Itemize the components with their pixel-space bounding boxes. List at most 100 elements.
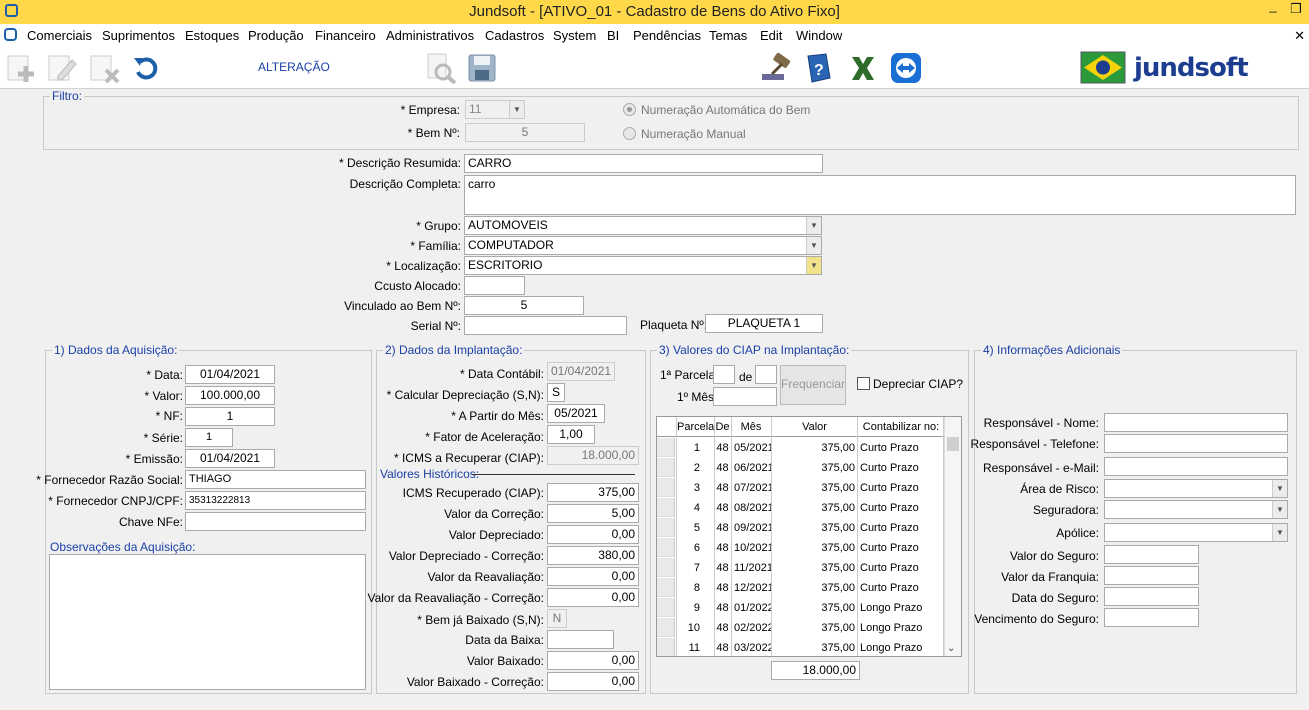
chevron-down-icon[interactable]: ▼ [509,101,524,118]
imp-valor-correcao-input[interactable]: 5,00 [547,504,639,523]
restore-icon[interactable]: ❐ [1285,1,1307,17]
cell-mes[interactable]: 07/2021 [731,482,771,494]
chevron-down-icon[interactable]: ▼ [806,217,821,234]
depreciar-ciap-checkbox[interactable] [857,377,870,390]
cell-de[interactable]: 48 [714,442,731,454]
aq-obs-textarea[interactable] [49,554,366,690]
cell-de[interactable]: 48 [714,462,731,474]
menu-edit[interactable]: Edit [760,28,782,43]
row-selector[interactable] [657,598,675,617]
judge-icon[interactable] [760,52,794,84]
menu-estoques[interactable]: Estoques [185,28,239,43]
cell-parcela[interactable]: 10 [677,622,714,634]
cell-valor[interactable]: 375,00 [772,522,857,534]
cell-mes[interactable]: 05/2021 [731,442,771,454]
aq-emissao-input[interactable]: 01/04/2021 [185,449,275,468]
row-selector[interactable] [657,618,675,637]
row-selector[interactable] [657,498,675,517]
imp-valor-depreciado-input[interactable]: 0,00 [547,525,639,544]
imp-data-baixa-input[interactable] [547,630,614,649]
cell-parcela[interactable]: 7 [677,562,714,574]
cell-valor[interactable]: 375,00 [772,542,857,554]
imp-data-contabil-input[interactable]: 01/04/2021 [547,362,615,381]
cell-parcela[interactable]: 3 [677,482,714,494]
familia-combo[interactable]: COMPUTADOR ▼ [464,236,822,255]
imp-valor-reav-corr-input[interactable]: 0,00 [547,588,639,607]
cell-parcela[interactable]: 4 [677,502,714,514]
row-selector[interactable] [657,638,675,656]
cell-mes[interactable]: 08/2021 [731,502,771,514]
cell-valor[interactable]: 375,00 [772,602,857,614]
cell-mes[interactable]: 11/2021 [731,562,771,574]
aq-nf-input[interactable]: 1 [185,407,275,426]
cell-valor[interactable]: 375,00 [772,582,857,594]
menu-window[interactable]: Window [796,28,842,43]
cell-parcela[interactable]: 5 [677,522,714,534]
imp-baixado-input[interactable]: N [547,609,567,628]
excel-icon[interactable] [846,52,880,84]
imp-calc-dep-input[interactable]: S [547,383,565,402]
ciap-parcela-input[interactable] [713,365,735,384]
cell-mes[interactable]: 09/2021 [731,522,771,534]
row-selector[interactable] [657,518,675,537]
aq-valor-input[interactable]: 100.000,00 [185,386,275,405]
plaqueta-input[interactable]: PLAQUETA 1 [705,314,823,333]
cell-mes[interactable]: 03/2022 [731,642,771,654]
menu-temas[interactable]: Temas [709,28,747,43]
imp-valor-baixado-input[interactable]: 0,00 [547,651,639,670]
cell-valor[interactable]: 375,00 [772,462,857,474]
grid-scrollbar[interactable]: ⌄ [944,417,961,656]
menu-administrativos[interactable]: Administrativos [386,28,474,43]
aq-chave-input[interactable] [185,512,366,531]
imp-icms-rec-input[interactable]: 18.000,00 [547,446,639,465]
cell-contabilizar[interactable]: Curto Prazo [858,582,944,594]
menu-system[interactable]: System [553,28,596,43]
chevron-down-icon[interactable]: ▼ [1272,501,1287,518]
cell-valor[interactable]: 375,00 [772,482,857,494]
cell-contabilizar[interactable]: Curto Prazo [858,522,944,534]
chevron-down-icon[interactable]: ▼ [1272,480,1287,497]
aq-data-input[interactable]: 01/04/2021 [185,365,275,384]
cell-valor[interactable]: 375,00 [772,562,857,574]
cell-parcela[interactable]: 2 [677,462,714,474]
menu-comerciais[interactable]: Comerciais [27,28,92,43]
cell-parcela[interactable]: 11 [677,642,714,654]
menu-bi[interactable]: BI [607,28,619,43]
cell-valor[interactable]: 375,00 [772,442,857,454]
col-mes[interactable]: Mês [731,421,771,433]
menu-cadastros[interactable]: Cadastros [485,28,544,43]
cell-valor[interactable]: 375,00 [772,502,857,514]
imp-icms-recuperado-input[interactable]: 375,00 [547,483,639,502]
cell-contabilizar[interactable]: Curto Prazo [858,442,944,454]
venc-seguro-input[interactable] [1104,608,1199,627]
grupo-combo[interactable]: AUTOMOVEIS ▼ [464,216,822,235]
ciap-de-input[interactable] [755,365,777,384]
cell-de[interactable]: 48 [714,642,731,654]
chevron-down-icon[interactable]: ▼ [1272,524,1287,541]
apolice-combo[interactable]: ▼ [1104,523,1288,542]
valor-franquia-input[interactable] [1104,566,1199,585]
vinculado-input[interactable]: 5 [464,296,584,315]
imp-fator-input[interactable]: 1,00 [547,425,595,444]
aq-serie-input[interactable]: 1 [185,428,233,447]
valor-seguro-input[interactable] [1104,545,1199,564]
row-selector[interactable] [657,458,675,477]
radio-auto[interactable] [623,103,636,116]
imp-valor-reav-input[interactable]: 0,00 [547,567,639,586]
data-seguro-input[interactable] [1104,587,1199,606]
scroll-thumb[interactable] [947,437,959,451]
cell-mes[interactable]: 10/2021 [731,542,771,554]
cell-de[interactable]: 48 [714,622,731,634]
mdi-icon[interactable] [4,28,17,41]
imp-valor-baixado-corr-input[interactable]: 0,00 [547,672,639,691]
cell-parcela[interactable]: 9 [677,602,714,614]
cell-mes[interactable]: 01/2022 [731,602,771,614]
menu-producao[interactable]: Produção [248,28,304,43]
cell-valor[interactable]: 375,00 [772,622,857,634]
aq-cnpj-input[interactable]: 35313222813 [185,491,366,510]
bem-input[interactable]: 5 [465,123,585,142]
row-selector[interactable] [657,478,675,497]
cell-mes[interactable]: 06/2021 [731,462,771,474]
empresa-combo[interactable]: 11 ▼ [465,100,525,119]
cell-contabilizar[interactable]: Longo Prazo [858,622,944,634]
